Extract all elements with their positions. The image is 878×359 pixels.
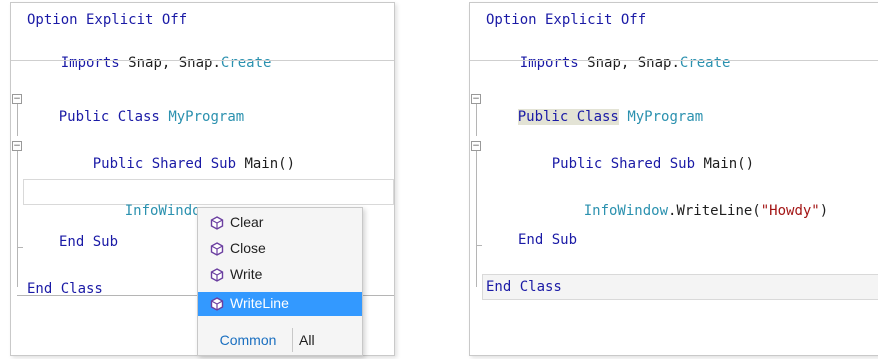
infowindow-object: InfoWindow bbox=[583, 203, 669, 219]
code-line-class: Public Class MyProgram bbox=[25, 90, 244, 144]
outline-guide bbox=[476, 151, 477, 287]
code-line-end-sub: End Sub bbox=[518, 232, 578, 248]
collapse-class-icon[interactable]: − bbox=[471, 94, 481, 104]
separator bbox=[11, 60, 394, 61]
collapse-sub-icon[interactable]: − bbox=[12, 141, 22, 151]
imports-create-type: Create bbox=[220, 55, 272, 71]
code-line-option-explicit: Option Explicit Off bbox=[27, 12, 188, 28]
outline-guide bbox=[476, 104, 477, 136]
collapse-sub-icon[interactable]: − bbox=[471, 141, 481, 151]
right-code-editor[interactable]: Option Explicit Off Imports Snap, Snap.C… bbox=[469, 2, 878, 356]
close-paren: ) bbox=[819, 203, 829, 219]
completion-filter-tabs: Common All bbox=[198, 325, 362, 353]
tab-all[interactable]: All bbox=[292, 328, 329, 352]
method-cube-icon bbox=[210, 297, 224, 311]
completion-item-label: Write bbox=[230, 266, 263, 282]
writeline-method: .WriteLine( bbox=[668, 203, 761, 219]
completion-item-write[interactable]: Write bbox=[198, 263, 362, 287]
imports-namespaces: Snap, Snap. bbox=[578, 55, 680, 71]
class-keyword: Public Class bbox=[517, 109, 619, 125]
method-cube-icon bbox=[210, 242, 224, 256]
completion-item-label: Clear bbox=[230, 214, 264, 230]
code-line-class: Public Class MyProgram bbox=[484, 90, 703, 144]
code-line-imports: Imports Snap, Snap.Create bbox=[27, 36, 272, 90]
class-keyword: Public Class bbox=[58, 109, 160, 125]
class-name: MyProgram bbox=[168, 109, 245, 125]
code-line-sub: Public Shared Sub Main() bbox=[518, 137, 754, 191]
completion-item-clear[interactable]: Clear bbox=[198, 211, 362, 235]
code-line-option-explicit: Option Explicit Off bbox=[486, 12, 647, 28]
code-line-writeline-call: InfoWindow.WriteLine("Howdy") bbox=[550, 184, 828, 238]
separator bbox=[470, 60, 878, 61]
sub-keyword: Public Shared Sub bbox=[92, 156, 237, 172]
completion-item-writeline[interactable]: WriteLine bbox=[198, 292, 362, 316]
method-cube-icon bbox=[210, 216, 224, 230]
imports-keyword: Imports bbox=[60, 55, 120, 71]
code-line-end-class: End Class bbox=[486, 279, 562, 295]
imports-namespaces: Snap, Snap. bbox=[119, 55, 221, 71]
code-line-end-sub: End Sub bbox=[59, 234, 119, 250]
completion-item-label: Close bbox=[230, 240, 266, 256]
outline-end-tick bbox=[17, 247, 23, 248]
intellisense-completion-list[interactable]: Clear Close Write WriteLine Common All bbox=[197, 207, 363, 356]
imports-create-type: Create bbox=[679, 55, 731, 71]
sub-keyword: Public Shared Sub bbox=[551, 156, 696, 172]
imports-keyword: Imports bbox=[519, 55, 579, 71]
code-line-imports: Imports Snap, Snap.Create bbox=[486, 36, 731, 90]
outline-end-tick bbox=[476, 245, 482, 246]
sub-name: Main() bbox=[695, 156, 755, 172]
collapse-class-icon[interactable]: − bbox=[12, 94, 22, 104]
class-name: MyProgram bbox=[627, 109, 704, 125]
sub-name: Main() bbox=[236, 156, 296, 172]
completion-item-close[interactable]: Close bbox=[198, 237, 362, 261]
tab-common[interactable]: Common bbox=[206, 328, 290, 352]
completion-item-label: WriteLine bbox=[230, 295, 289, 311]
method-cube-icon bbox=[210, 268, 224, 282]
string-literal: "Howdy" bbox=[760, 203, 820, 219]
outline-guide bbox=[17, 151, 18, 287]
outline-guide bbox=[17, 104, 18, 136]
